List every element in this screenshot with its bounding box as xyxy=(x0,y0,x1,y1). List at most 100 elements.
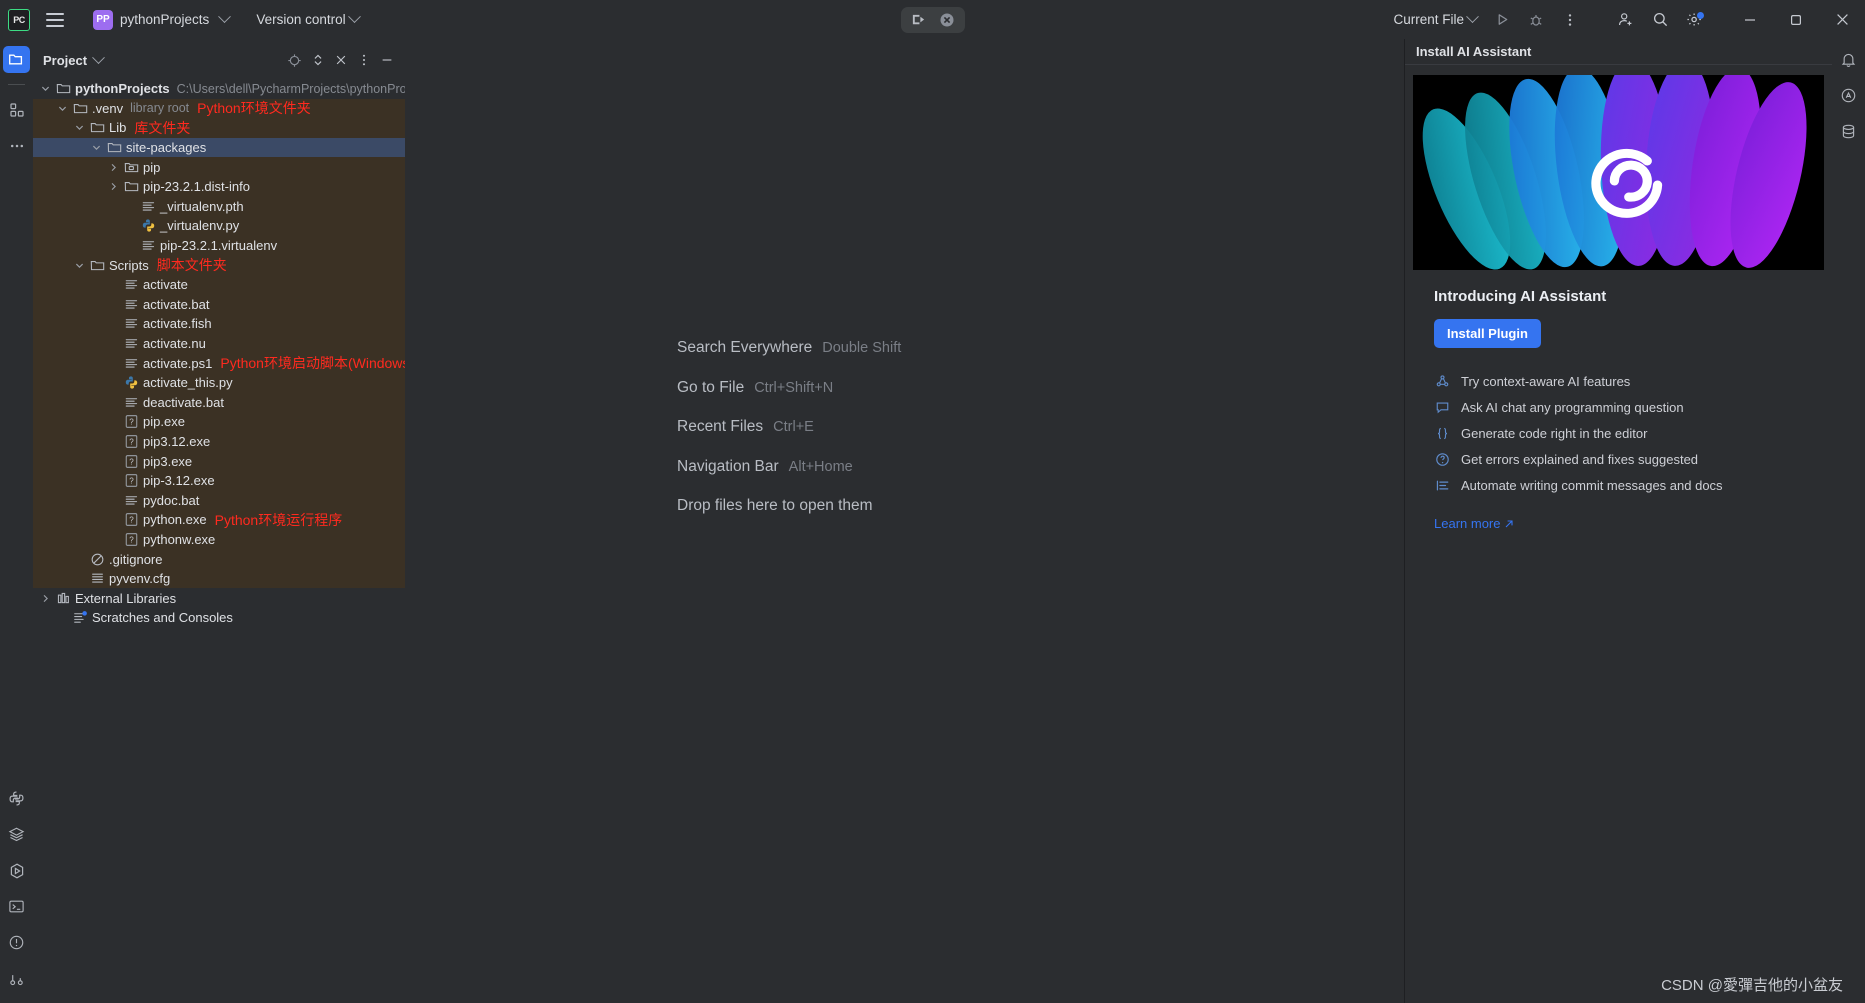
settings-gear-icon[interactable] xyxy=(1677,5,1711,35)
collapse-all-icon[interactable] xyxy=(330,50,351,71)
tree-row-label: pip-23.2.1.dist-info xyxy=(143,179,250,195)
left-tool-rail xyxy=(0,39,33,1003)
run-button[interactable] xyxy=(1485,5,1519,35)
expand-collapse-icon[interactable] xyxy=(307,50,328,71)
tree-row[interactable]: pip xyxy=(33,157,405,177)
chevron-right-icon[interactable] xyxy=(107,180,120,193)
ai-assistant-tool-window: Install AI Assistant Introducing AI Assi… xyxy=(1404,39,1832,1003)
chevron-right-icon[interactable] xyxy=(107,161,120,174)
tree-row[interactable]: site-packages xyxy=(33,137,405,158)
chevron-right-icon[interactable] xyxy=(39,592,52,605)
tree-row[interactable]: pip-23.2.1.virtualenv xyxy=(33,235,405,256)
tree-row-annotation: 脚本文件夹 xyxy=(156,257,227,274)
tree-row[interactable]: _virtualenv.py xyxy=(33,216,405,236)
tree-row[interactable]: .gitignore xyxy=(33,549,405,569)
sidebar-item-more[interactable] xyxy=(3,132,30,159)
maximize-button[interactable] xyxy=(1773,0,1819,39)
tree-row[interactable]: _virtualenv.pth xyxy=(33,196,405,217)
library-icon xyxy=(55,590,71,606)
tree-row[interactable]: pyvenv.cfg xyxy=(33,568,405,589)
project-badge: PP xyxy=(93,9,113,30)
tree-row[interactable]: activate_this.py xyxy=(33,372,405,393)
tree-row-label: pip3.12.exe xyxy=(143,433,211,449)
tree-row-label: External Libraries xyxy=(75,590,177,606)
tree-row[interactable]: ? pip3.exe xyxy=(33,451,405,471)
text-file-icon xyxy=(140,198,156,214)
editor-empty-hints: Search Everywhere Double Shift Go to File C… xyxy=(677,339,901,515)
sidebar-item-problems[interactable] xyxy=(3,929,30,956)
hide-panel-icon[interactable] xyxy=(376,50,397,71)
braces-icon xyxy=(1434,425,1451,442)
tree-row[interactable]: Lib 库文件夹 xyxy=(33,118,405,138)
minimize-button[interactable] xyxy=(1727,0,1773,39)
scroll-from-source-icon[interactable] xyxy=(284,50,305,71)
tree-row[interactable]: pydoc.bat xyxy=(33,490,405,511)
sidebar-item-structure[interactable] xyxy=(3,96,30,123)
tree-row-label: _virtualenv.pth xyxy=(160,198,244,214)
debug-button[interactable] xyxy=(1519,5,1553,35)
tree-row[interactable]: activate.fish xyxy=(33,314,405,334)
folder-icon xyxy=(89,120,105,136)
tree-row-label: Scratches and Consoles xyxy=(92,610,233,626)
tree-row[interactable]: ? pip.exe xyxy=(33,412,405,432)
tree-row[interactable]: activate xyxy=(33,274,405,295)
sidebar-item-python-packages[interactable] xyxy=(3,785,30,812)
more-actions-button[interactable] xyxy=(1553,5,1587,35)
tree-row-annotation: 库文件夹 xyxy=(134,119,191,136)
project-file-tree[interactable]: pythonProjects C:\Users\dell\PycharmProje… xyxy=(33,79,432,628)
install-plugin-button[interactable]: Install Plugin xyxy=(1434,319,1541,348)
tree-row[interactable]: ? pip3.12.exe xyxy=(33,431,405,452)
tree-row[interactable]: ? pip-3.12.exe xyxy=(33,470,405,491)
run-widget-stop-icon[interactable] xyxy=(933,8,961,32)
learn-more-link[interactable]: Learn more xyxy=(1434,516,1514,531)
tree-row[interactable]: pythonProjects C:\Users\dell\PycharmProje… xyxy=(33,79,432,99)
account-icon[interactable] xyxy=(1609,5,1643,35)
tree-row-label: pip-23.2.1.virtualenv xyxy=(160,238,278,254)
tree-row[interactable]: deactivate.bat xyxy=(33,392,405,413)
sidebar-item-run[interactable] xyxy=(3,857,30,884)
tree-row[interactable]: .venv library root Python环境文件夹 xyxy=(33,98,405,119)
chevron-down-icon[interactable] xyxy=(56,102,69,115)
tree-row-label: pythonw.exe xyxy=(143,531,216,547)
close-button[interactable] xyxy=(1819,0,1865,39)
tree-row[interactable]: ? python.exe Python环境运行程序 xyxy=(33,510,405,530)
project-options-icon[interactable] xyxy=(353,50,374,71)
editor-hint-label: Navigation Bar xyxy=(677,457,779,475)
project-panel-title: Project xyxy=(43,52,88,68)
tree-row[interactable]: activate.bat xyxy=(33,294,405,315)
project-name: pythonProjects xyxy=(120,12,210,27)
sidebar-item-version-control[interactable] xyxy=(3,965,30,992)
search-icon[interactable] xyxy=(1643,5,1677,35)
chevron-down-icon[interactable] xyxy=(39,82,52,95)
chevron-down-icon[interactable] xyxy=(73,259,86,272)
folder-icon xyxy=(89,257,105,273)
tree-row[interactable]: ? pythonw.exe xyxy=(33,529,405,550)
chevron-down-icon[interactable] xyxy=(73,121,86,134)
tree-row[interactable]: activate.ps1 Python环境启动脚本(Windows) xyxy=(33,353,414,373)
main-menu-icon[interactable] xyxy=(46,12,64,27)
chevron-down-icon[interactable] xyxy=(90,141,103,154)
sidebar-item-project[interactable] xyxy=(3,46,30,73)
tree-row[interactable]: Scripts 脚本文件夹 xyxy=(33,255,405,275)
run-configuration-selector[interactable]: Current File xyxy=(1387,9,1483,30)
project-view-selector[interactable]: Project xyxy=(33,50,105,68)
tree-row[interactable]: activate.nu xyxy=(33,333,405,354)
tree-row[interactable]: External Libraries xyxy=(33,588,405,608)
tree-row-label: activate xyxy=(143,277,188,293)
text-file-icon xyxy=(123,296,139,312)
left-rail-bottom xyxy=(3,785,30,1003)
sidebar-item-database[interactable] xyxy=(1835,118,1862,145)
sidebar-item-layers[interactable] xyxy=(3,821,30,848)
project-selector[interactable]: PP pythonProjects xyxy=(86,7,236,33)
tree-row[interactable]: pip-23.2.1.dist-info xyxy=(33,176,405,197)
text-file-icon xyxy=(123,316,139,332)
question-circle-icon xyxy=(1434,451,1451,468)
run-widget-left-icon[interactable] xyxy=(905,8,933,32)
text-file-icon xyxy=(123,336,139,352)
sidebar-item-ai-assistant[interactable] xyxy=(1835,82,1862,109)
tree-row[interactable]: Scratches and Consoles xyxy=(33,608,405,628)
sidebar-item-terminal[interactable] xyxy=(3,893,30,920)
sidebar-item-notifications[interactable] xyxy=(1835,46,1862,73)
tree-row-label: pip3.exe xyxy=(143,453,193,469)
version-control-selector[interactable]: Version control xyxy=(248,9,366,30)
